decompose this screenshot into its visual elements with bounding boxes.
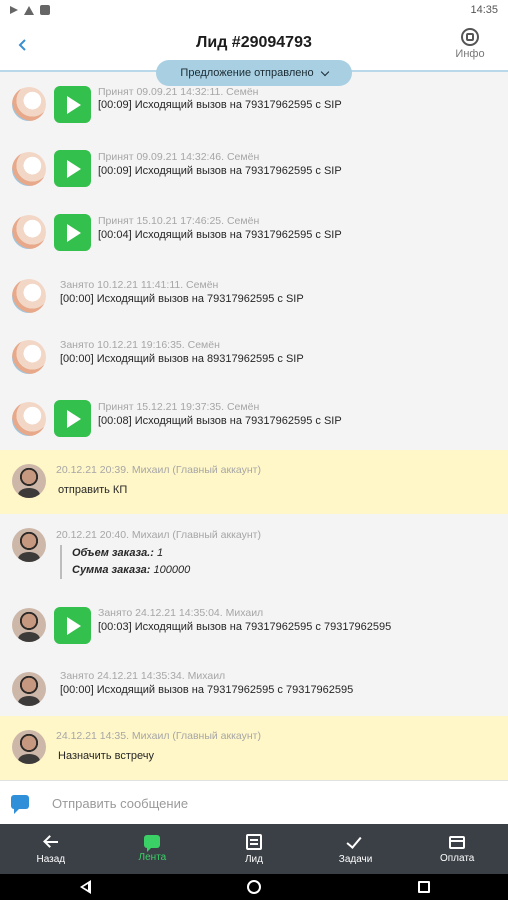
item-text: [00:08] Исходящий вызов на 79317962595 с…: [98, 415, 342, 427]
system-nav-bar: [0, 874, 508, 900]
avatar: [12, 730, 46, 764]
message-icon: [11, 795, 29, 814]
item-meta: Принят 15.10.21 17:46:25. Семён: [98, 215, 260, 227]
avatar: [12, 672, 46, 706]
document-icon: [245, 833, 262, 850]
item-text: отправить КП: [58, 484, 128, 496]
message-input[interactable]: [52, 789, 492, 817]
feed-item-deal: 20.12.21 20:40. Михаил (Главный аккаунт)…: [0, 514, 508, 596]
nav-lead-label: Лид: [244, 853, 263, 865]
nav-payment[interactable]: Оплата: [406, 824, 508, 874]
telegram-icon: [10, 6, 18, 14]
item-meta: Принят 09.09.21 14:32:46. Семён: [98, 151, 260, 163]
checkmark-icon: [348, 834, 364, 850]
avatar: [12, 215, 46, 249]
deal-volume-value: 1: [156, 547, 164, 559]
play-icon: [67, 159, 81, 178]
item-meta: 20.12.21 20:39. Михаил (Главный аккаунт): [56, 464, 261, 476]
deal-sum-line: Сумма заказа: 100000: [72, 562, 190, 579]
feed[interactable]: Принят 09.09.21 14:32:11. Семён [00:09] …: [0, 74, 508, 780]
settings-icon: [40, 5, 50, 15]
play-button[interactable]: [54, 86, 91, 123]
system-recents-icon[interactable]: [417, 881, 430, 893]
feed-item: Занято 24.12.21 14:35:04. Михаил [00:03]…: [0, 596, 508, 658]
offer-status-dropdown[interactable]: Предложение отправлено: [156, 60, 352, 86]
nav-lead[interactable]: Лид: [203, 824, 305, 874]
play-icon: [67, 95, 81, 114]
system-back-icon[interactable]: [79, 880, 91, 894]
nav-back[interactable]: Назад: [0, 824, 102, 874]
item-text: [00:04] Исходящий вызов на 79317962595 с…: [98, 229, 342, 241]
feed-item: Занято 24.12.21 14:35:34. Михаил [00:00]…: [0, 658, 508, 716]
item-meta: Занято 24.12.21 14:35:04. Михаил: [98, 607, 264, 619]
system-home-icon[interactable]: [246, 880, 261, 894]
avatar: [12, 87, 46, 121]
play-icon: [67, 409, 81, 428]
deal-volume-label: Объем заказа.:: [72, 547, 154, 559]
feed-item: Принят 09.09.21 14:32:46. Семён [00:09] …: [0, 134, 508, 196]
item-meta: 20.12.21 20:40. Михаил (Главный аккаунт): [56, 529, 261, 541]
deal-sum-label: Сумма заказа:: [72, 564, 151, 576]
feed-item-comment: 20.12.21 20:39. Михаил (Главный аккаунт)…: [0, 450, 508, 514]
feed-item-comment: 24.12.21 14:35. Михаил (Главный аккаунт)…: [0, 716, 508, 780]
play-button[interactable]: [54, 150, 91, 187]
play-icon: [67, 223, 81, 242]
deal-sum-value: 100000: [153, 564, 191, 576]
nav-tasks-label: Задачи: [338, 853, 373, 865]
info-button[interactable]: Инфо: [450, 28, 490, 60]
feed-item: Занято 10.12.21 19:16:35. Семён [00:00] …: [0, 318, 508, 380]
avatar: [12, 464, 46, 498]
item-text: [00:09] Исходящий вызов на 79317962595 с…: [98, 165, 342, 177]
avatar: [12, 279, 46, 313]
nav-feed[interactable]: Лента: [102, 824, 204, 874]
item-text: [00:00] Исходящий вызов на 79317962595 с…: [60, 684, 354, 696]
item-meta: Занято 10.12.21 19:16:35. Семён: [60, 339, 220, 351]
status-bar: 14:35: [0, 0, 508, 20]
play-button[interactable]: [54, 214, 91, 251]
avatar: [12, 608, 46, 642]
arrow-left-icon: [43, 834, 59, 850]
item-meta: Принят 09.09.21 14:32:11. Семён: [98, 86, 259, 98]
page-title: Лид #29094793: [196, 34, 312, 51]
avatar: [12, 402, 46, 436]
item-meta: 24.12.21 14:35. Михаил (Главный аккаунт): [56, 730, 261, 742]
item-text: [00:00] Исходящий вызов на 89317962595 с…: [60, 353, 304, 365]
credit-card-icon: [449, 836, 466, 849]
nav-payment-label: Оплата: [439, 853, 475, 864]
warning-icon: [24, 5, 34, 15]
item-text: [00:00] Исходящий вызов на 79317962595 с…: [60, 293, 304, 305]
info-label: Инфо: [455, 48, 485, 60]
item-meta: Принят 15.12.21 19:37:35. Семён: [98, 401, 260, 413]
item-text: [00:09] Исходящий вызов на 79317962595 с…: [98, 99, 342, 111]
feed-item: Занято 10.12.21 11:41:11. Семён [00:00] …: [0, 258, 508, 318]
deal-volume-line: Объем заказа.: 1: [72, 545, 190, 562]
chevron-down-icon: [320, 67, 329, 76]
item-meta: Занято 24.12.21 14:35:34. Михаил: [60, 670, 226, 682]
nav-feed-label: Лента: [138, 852, 167, 863]
feed-item: Принят 15.10.21 17:46:25. Семён [00:04] …: [0, 196, 508, 258]
offer-status-label: Предложение отправлено: [180, 67, 314, 79]
avatar: [12, 152, 46, 186]
deal-details: Объем заказа.: 1 Сумма заказа: 100000: [60, 545, 190, 579]
play-button[interactable]: [54, 607, 91, 644]
status-icons: [10, 5, 50, 15]
nav-back-label: Назад: [36, 853, 66, 865]
nav-tasks[interactable]: Задачи: [305, 824, 407, 874]
avatar: [12, 528, 46, 562]
item-meta: Занято 10.12.21 11:41:11. Семён: [60, 279, 219, 291]
message-composer: [0, 780, 508, 824]
status-time: 14:35: [470, 4, 498, 16]
item-text: [00:03] Исходящий вызов на 79317962595 с…: [98, 621, 392, 633]
feed-item: Принят 15.12.21 19:37:35. Семён [00:08] …: [0, 380, 508, 450]
avatar: [12, 340, 46, 374]
info-icon: [461, 28, 479, 46]
chat-icon: [144, 835, 161, 852]
play-button[interactable]: [54, 400, 91, 437]
bottom-nav: Назад Лента Лид Задачи Оплата: [0, 824, 508, 874]
item-text: Назначить встречу: [58, 750, 154, 762]
play-icon: [67, 616, 81, 635]
